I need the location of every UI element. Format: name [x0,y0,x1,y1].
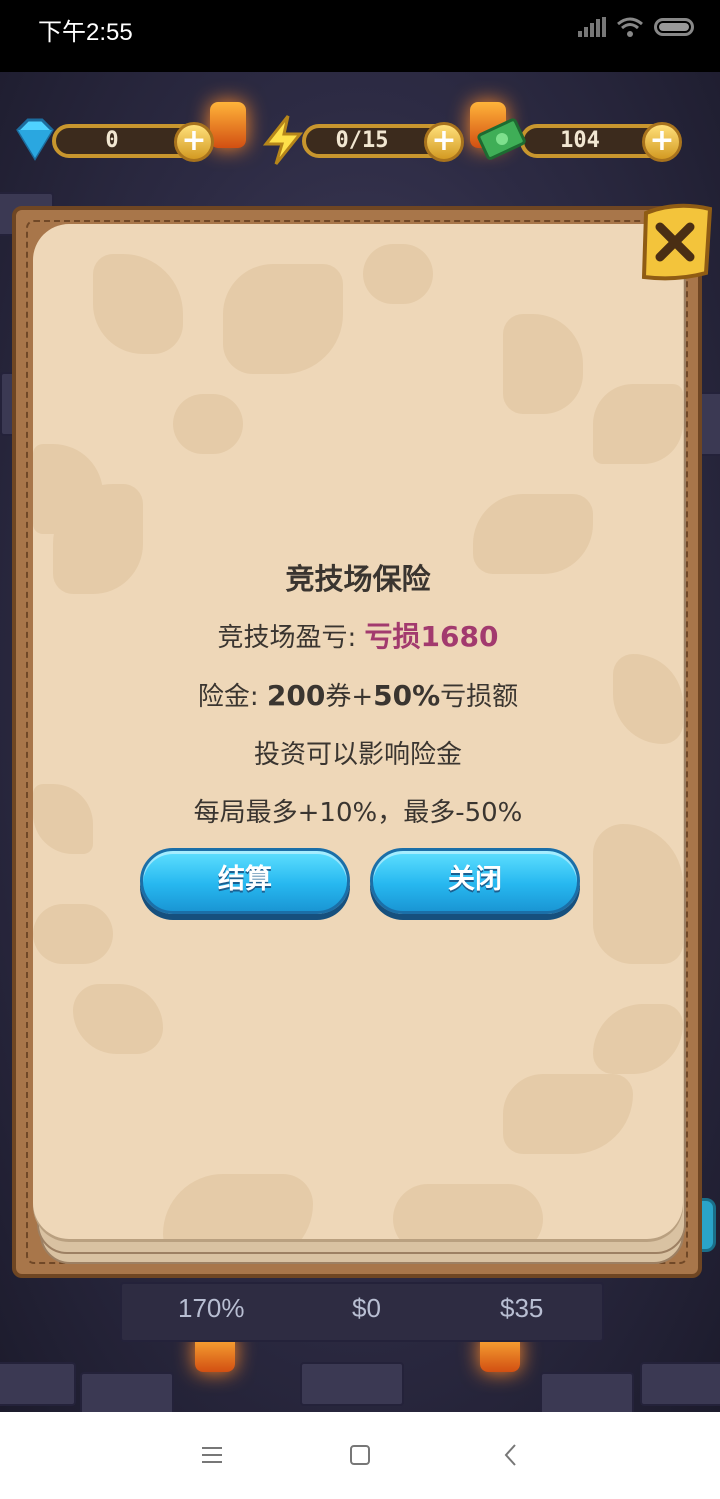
settle-button[interactable]: 结算 [140,848,350,914]
home-icon[interactable] [347,1442,373,1468]
signal-icon [578,17,606,37]
wifi-icon [617,17,643,37]
energy-counter: 0/15 + [258,115,478,165]
stat-percent: 170% [178,1293,245,1323]
gem-count: 0 [105,128,119,153]
status-time: 下午2:55 [38,19,133,46]
status-bar: 下午2:55 [0,0,720,72]
cash-counter: 104 + [476,118,696,162]
status-icons [578,14,694,40]
insurance-label: 险金: [197,682,267,712]
close-icon[interactable] [640,203,712,289]
limit-note: 每局最多+10%，最多-50% [193,798,523,828]
profit-line: 竞技场盈亏: 亏损1680 [33,618,683,657]
gem-counter: 0 + [8,118,228,162]
insurance-amount: 200 [266,679,326,712]
insurance-line: 险金: 200券+50%亏损额 [33,677,683,716]
insurance-suffix: 亏损额 [440,682,519,712]
stat-dollar-1: $0 [352,1293,381,1323]
add-gems-button[interactable]: + [174,122,214,162]
menu-icon[interactable] [199,1442,225,1468]
diamond-icon [16,118,54,161]
stat-dollar-2: $35 [500,1293,544,1323]
dialog-content: 竞技场保险 竞技场盈亏: 亏损1680 险金: 200券+50%亏损额 投资可以… [33,560,683,852]
cash-count: 104 [560,128,600,153]
cash-icon [477,118,526,160]
profit-value: 亏损1680 [364,620,499,653]
profit-label: 竞技场盈亏: [217,623,365,653]
add-cash-button[interactable]: + [642,122,682,162]
add-energy-button[interactable]: + [424,122,464,162]
navigation-bar [0,1412,720,1499]
dialog-title: 竞技场保险 [285,562,431,596]
close-button[interactable]: 关闭 [370,848,580,914]
invest-note: 投资可以影响险金 [253,740,462,770]
energy-count: 0/15 [335,128,389,153]
battery-icon [654,18,694,36]
insurance-unit: 券+ [325,682,374,712]
lightning-icon [262,115,304,165]
back-icon[interactable] [498,1442,524,1468]
insurance-percent: 50% [373,679,441,712]
